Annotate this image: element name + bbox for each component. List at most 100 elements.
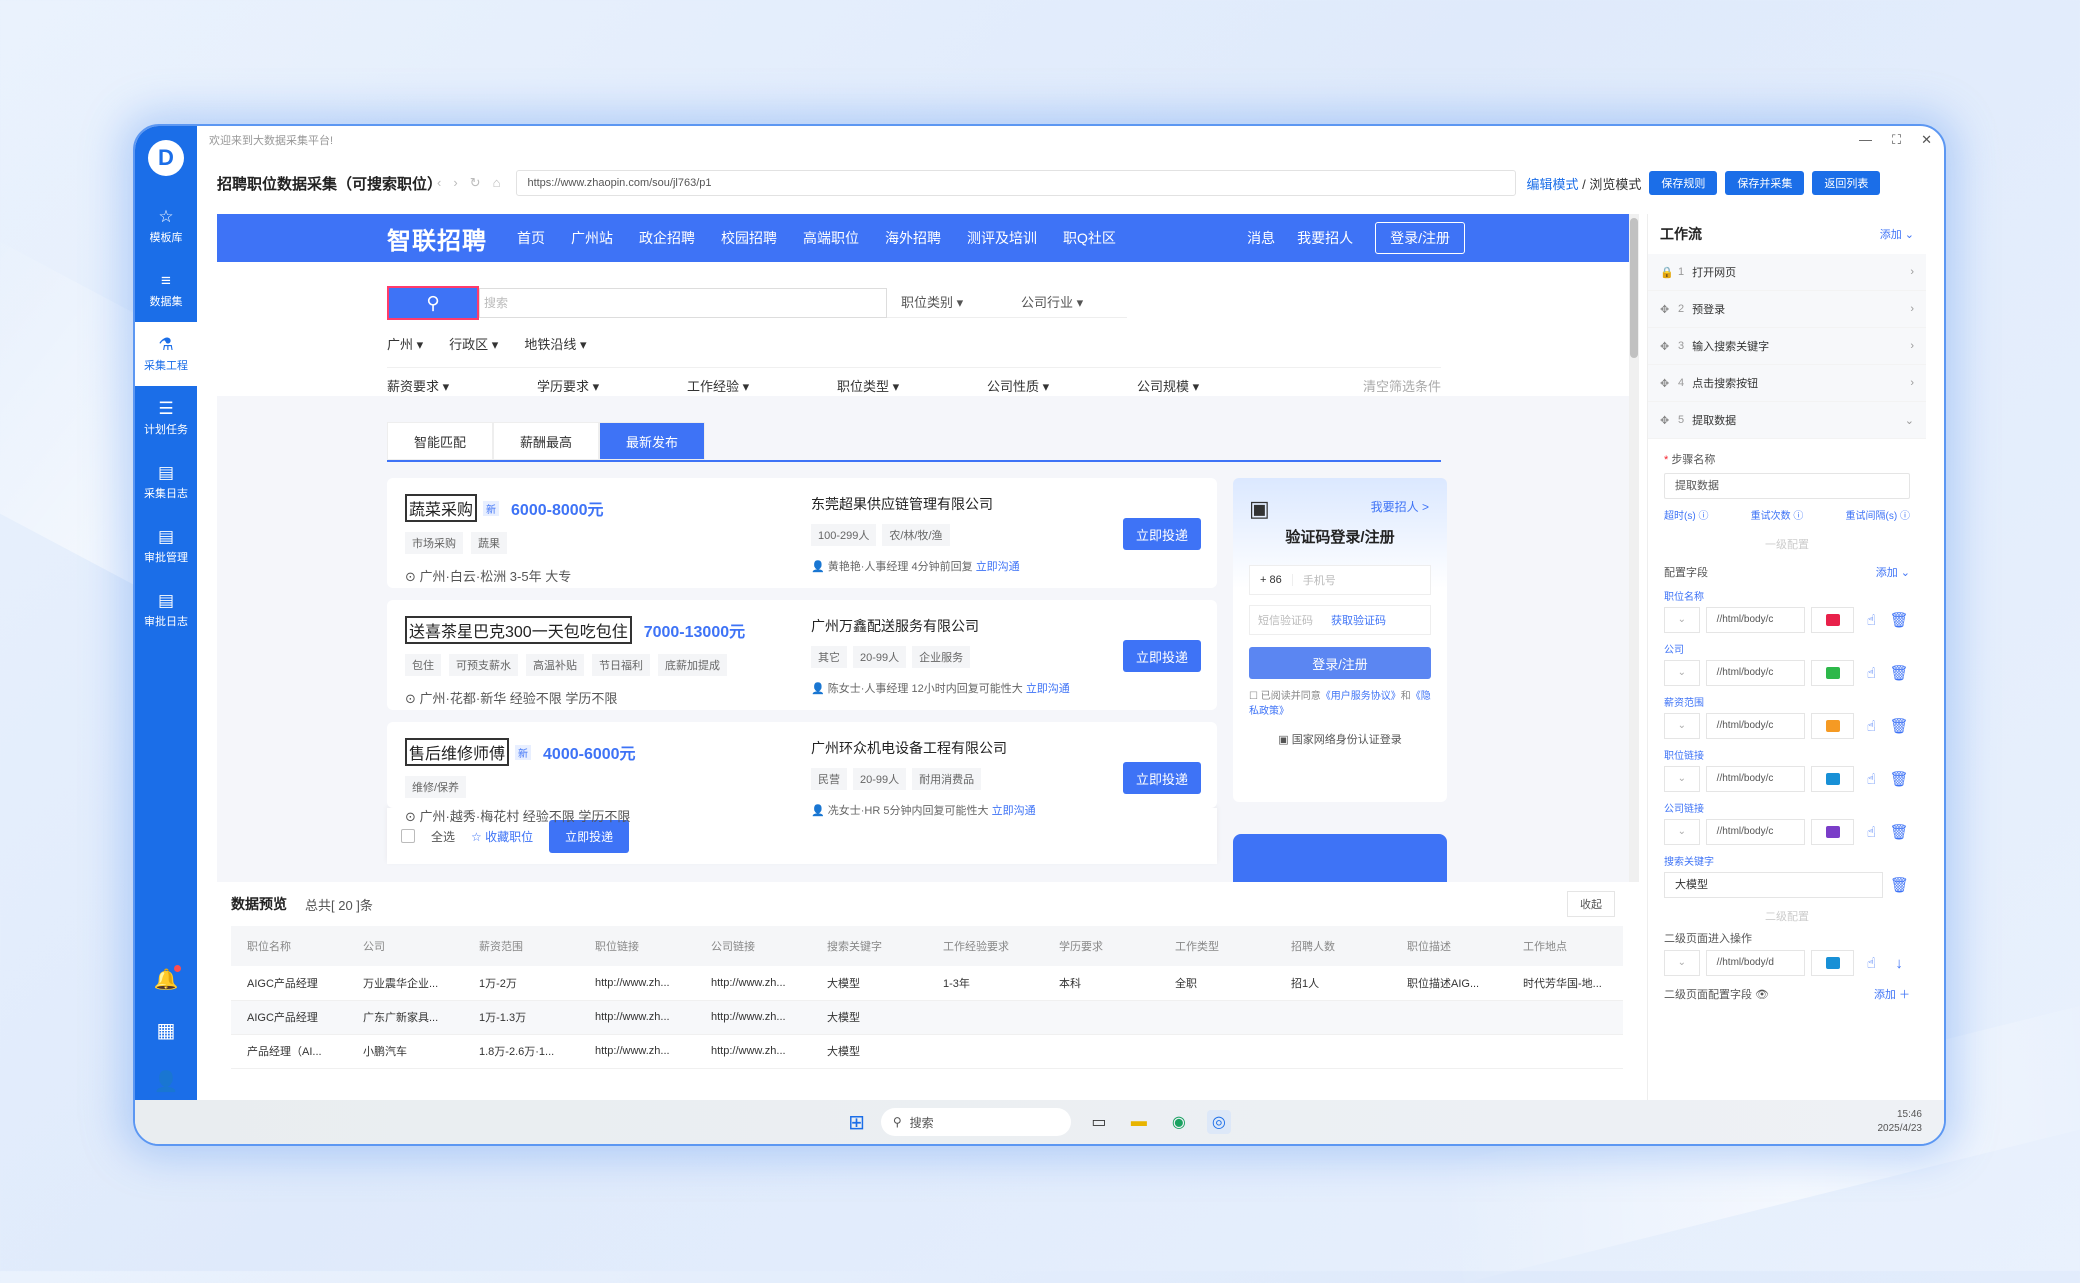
- filter-district[interactable]: 行政区 ▾: [449, 334, 498, 353]
- apply-button[interactable]: 立即投递: [1123, 518, 1201, 550]
- site-nav-item[interactable]: 首页: [517, 228, 545, 248]
- job-category-select[interactable]: 职位类别 ▾: [887, 288, 1007, 318]
- keyword-input[interactable]: 大模型: [1664, 872, 1884, 898]
- delete-icon[interactable]: 🗑: [1888, 717, 1910, 735]
- filter-company-size[interactable]: 公司规模 ▾: [1137, 376, 1287, 395]
- delete-icon[interactable]: 🗑: [1888, 770, 1910, 788]
- home-icon[interactable]: ⌂: [493, 175, 501, 191]
- xpath-input[interactable]: //html/body/c: [1705, 713, 1805, 739]
- promo-banner[interactable]: [1233, 834, 1447, 882]
- workflow-step[interactable]: ✥ 3 输入搜索关键字 ›: [1648, 328, 1926, 365]
- color-picker[interactable]: [1810, 660, 1855, 686]
- folder-icon[interactable]: ▬: [1127, 1110, 1151, 1134]
- tab-latest[interactable]: 最新发布: [599, 422, 705, 460]
- site-logo[interactable]: 智联招聘: [387, 221, 487, 256]
- chevron-icon[interactable]: ›: [1910, 303, 1914, 315]
- tab-highest-salary[interactable]: 薪酬最高: [493, 422, 599, 460]
- site-nav-item[interactable]: 职Q社区: [1063, 228, 1116, 248]
- filter-company-nature[interactable]: 公司性质 ▾: [987, 376, 1137, 395]
- id-login-link[interactable]: ▣ 国家网络身份认证登录: [1249, 731, 1431, 747]
- close-icon[interactable]: ✕: [1921, 132, 1932, 148]
- nav-schedule[interactable]: ☰ 计划任务: [135, 386, 197, 450]
- job-title[interactable]: 送喜茶星巴克300一天包吃包住: [405, 616, 632, 644]
- table-row[interactable]: 产品经理（AI... 小鹏汽车 1.8万-2.6万·1... http://www.z…: [231, 1034, 1623, 1069]
- task-view-icon[interactable]: ▭: [1087, 1110, 1111, 1134]
- nav-dataset[interactable]: ≡ 数据集: [135, 258, 197, 322]
- forward-icon[interactable]: ›: [453, 175, 457, 191]
- drag-handle-icon[interactable]: ✥: [1660, 414, 1670, 427]
- edit-mode-link[interactable]: 编辑模式: [1526, 177, 1578, 192]
- site-nav-item[interactable]: 校园招聘: [721, 228, 777, 248]
- login-button[interactable]: 登录/注册: [1249, 647, 1431, 679]
- field-select[interactable]: ⌄: [1664, 607, 1700, 633]
- login-hire-link[interactable]: 我要招人 >: [1371, 498, 1429, 515]
- chevron-icon[interactable]: ›: [1910, 377, 1914, 389]
- chevron-icon[interactable]: ›: [1910, 266, 1914, 278]
- pick-icon[interactable]: ☝: [1860, 770, 1882, 788]
- table-row[interactable]: AIGC产品经理 广东广新家具... 1万-1.3万 http://www.zh...…: [231, 1000, 1623, 1035]
- nav-template-lib[interactable]: ☆ 模板库: [135, 194, 197, 258]
- back-list-button[interactable]: 返回列表: [1812, 171, 1881, 195]
- site-search-input[interactable]: 搜索: [479, 288, 887, 318]
- drag-handle-icon[interactable]: ✥: [1660, 303, 1670, 316]
- back-icon[interactable]: ‹: [437, 175, 441, 191]
- xpath-input[interactable]: //html/body/c: [1705, 660, 1805, 686]
- site-msg-link[interactable]: 消息: [1247, 228, 1275, 248]
- job-title[interactable]: 售后维修师傅: [405, 738, 510, 766]
- table-row[interactable]: AIGC产品经理 万业震华企业... 1万-2万 http://www.zh... ht…: [231, 966, 1623, 1001]
- site-hire-link[interactable]: 我要招人: [1297, 228, 1353, 248]
- clear-filters-link[interactable]: 清空筛选条件: [1363, 376, 1441, 395]
- site-login-button[interactable]: 登录/注册: [1375, 222, 1465, 254]
- field-select[interactable]: ⌄: [1664, 766, 1700, 792]
- xpath-input[interactable]: //html/body/c: [1705, 819, 1805, 845]
- windows-start-icon[interactable]: ⊞: [848, 1110, 865, 1135]
- grid-icon[interactable]: ▦: [157, 1018, 176, 1043]
- pick-icon[interactable]: ☝: [1860, 954, 1882, 972]
- filter-metro[interactable]: 地铁沿线 ▾: [524, 334, 586, 353]
- sub-color-picker[interactable]: [1810, 950, 1855, 976]
- delete-icon[interactable]: 🗑: [1888, 611, 1910, 629]
- color-picker[interactable]: [1810, 766, 1855, 792]
- workflow-step[interactable]: ✥ 4 点击搜索按钮 ›: [1648, 365, 1926, 402]
- nav-approval-log[interactable]: ▤ 审批日志: [135, 578, 197, 642]
- user-icon[interactable]: 👤: [154, 1069, 179, 1094]
- site-nav-item[interactable]: 海外招聘: [885, 228, 941, 248]
- nav-collect-log[interactable]: ▤ 采集日志: [135, 450, 197, 514]
- industry-select[interactable]: 公司行业 ▾: [1007, 288, 1127, 318]
- field-select[interactable]: ⌄: [1664, 660, 1700, 686]
- company-name[interactable]: 广州环众机电设备工程有限公司: [811, 738, 1036, 758]
- filter-salary[interactable]: 薪资要求 ▾: [387, 376, 537, 395]
- collapse-button[interactable]: 收起: [1567, 891, 1615, 917]
- chat-link[interactable]: 立即沟通: [976, 561, 1020, 573]
- arrow-down-icon[interactable]: ↓: [1888, 955, 1910, 972]
- site-nav-item[interactable]: 高端职位: [803, 228, 859, 248]
- delete-icon[interactable]: 🗑: [1888, 664, 1910, 682]
- workflow-step[interactable]: 🔒 1 打开网页 ›: [1648, 254, 1926, 291]
- field-add-button[interactable]: 添加 ⌄: [1876, 564, 1910, 580]
- job-card[interactable]: 蔬菜采购新 6000-8000元 市场采购 蔬果 ⊙ 广州·白云·松洲 3-5年 大…: [387, 478, 1217, 588]
- nav-approval[interactable]: ▤ 审批管理: [135, 514, 197, 578]
- chat-link[interactable]: 立即沟通: [992, 805, 1036, 817]
- xpath-input[interactable]: //html/body/c: [1705, 766, 1805, 792]
- refresh-icon[interactable]: ↻: [470, 175, 481, 191]
- app-taskbar-icon[interactable]: ◎: [1206, 1110, 1231, 1134]
- sms-code-input[interactable]: 短信验证码 获取验证码: [1249, 605, 1431, 635]
- taskbar-search[interactable]: ⚲ 搜索: [880, 1108, 1071, 1136]
- apply-button[interactable]: 立即投递: [1123, 762, 1201, 794]
- delete-icon[interactable]: 🗑: [1888, 823, 1910, 841]
- site-nav-item[interactable]: 广州站: [571, 228, 613, 248]
- color-picker[interactable]: [1810, 713, 1855, 739]
- select-all-checkbox[interactable]: [401, 829, 415, 843]
- workflow-step[interactable]: ✥ 2 预登录 ›: [1648, 291, 1926, 328]
- browser-scrollbar[interactable]: [1629, 214, 1639, 882]
- field-select[interactable]: ⌄: [1664, 819, 1700, 845]
- save-rule-button[interactable]: 保存规则: [1649, 171, 1718, 195]
- maximize-icon[interactable]: ⛶: [1892, 132, 1901, 148]
- phone-input[interactable]: + 86 手机号: [1249, 565, 1431, 595]
- minimize-icon[interactable]: —: [1859, 132, 1872, 148]
- company-name[interactable]: 东莞超果供应链管理有限公司: [811, 494, 1020, 514]
- edge-icon[interactable]: ◉: [1167, 1110, 1191, 1134]
- workflow-step[interactable]: ✥ 5 提取数据 ⌄: [1648, 402, 1926, 439]
- sub-select[interactable]: ⌄: [1664, 950, 1700, 976]
- chat-link[interactable]: 立即沟通: [1026, 683, 1070, 695]
